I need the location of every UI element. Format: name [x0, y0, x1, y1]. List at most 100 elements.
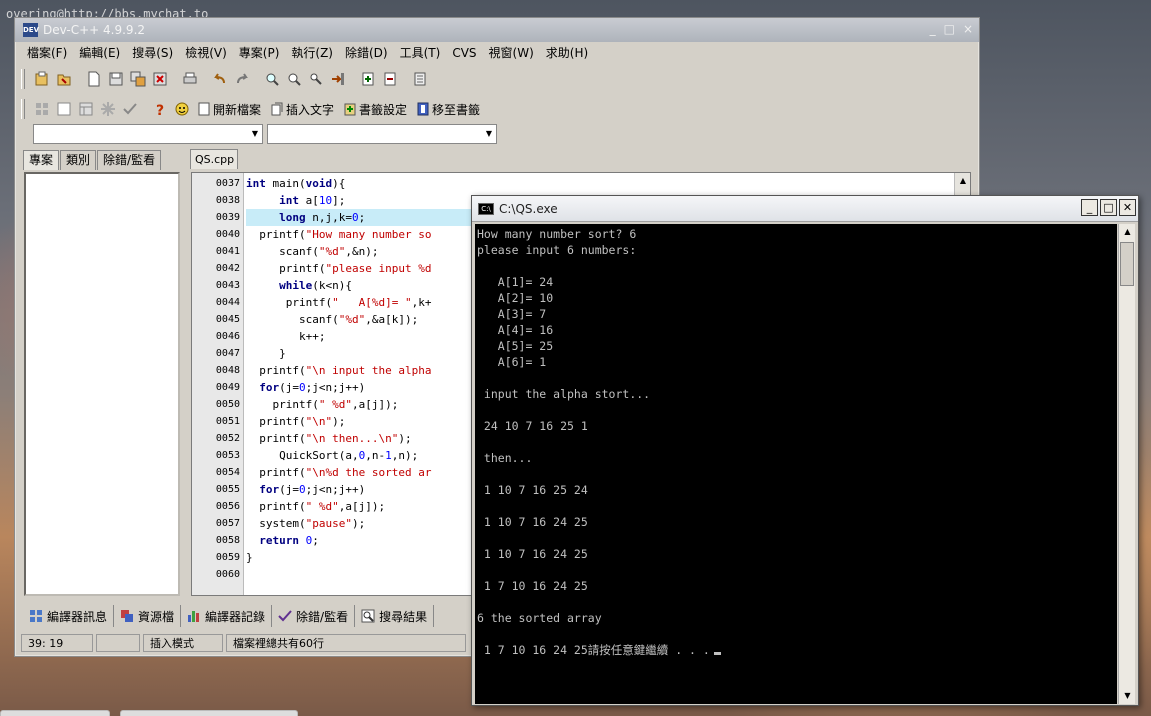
- code-line[interactable]: printf(" %d",a[j]);: [246, 498, 385, 515]
- resources-icon: [120, 609, 134, 623]
- taskbar-button-middle[interactable]: [120, 710, 298, 716]
- console-titlebar[interactable]: C:\ C:\QS.exe _ □ ✕: [472, 196, 1138, 222]
- goto-line-icon[interactable]: [327, 68, 349, 90]
- devcpp-titlebar[interactable]: DEV Dev-C++ 4.9.9.2 _ □ ×: [15, 18, 979, 42]
- code-line[interactable]: system("pause");: [246, 515, 365, 532]
- code-line[interactable]: QuickSort(a,0,n-1,n);: [246, 447, 418, 464]
- tab-compiler-messages[interactable]: 編譯器訊息: [23, 605, 115, 627]
- compile-run-icon[interactable]: [75, 98, 97, 120]
- help-question-icon[interactable]: ?: [149, 98, 171, 120]
- code-line[interactable]: printf("\n");: [246, 413, 345, 430]
- tab-debug[interactable]: 除錯/監看: [272, 605, 356, 627]
- member-selector[interactable]: ▼: [267, 124, 497, 144]
- console-line: A[6]= 1: [477, 355, 547, 369]
- close-button[interactable]: ×: [963, 22, 973, 36]
- tab-project[interactable]: 專案: [23, 150, 60, 170]
- menu-view[interactable]: 檢視(V): [179, 42, 233, 64]
- minimize-button[interactable]: _: [930, 22, 936, 36]
- compile-icon[interactable]: [31, 98, 53, 120]
- tab-classes[interactable]: 類別: [60, 150, 97, 170]
- code-line[interactable]: return 0;: [246, 532, 319, 549]
- redo-icon[interactable]: [231, 68, 253, 90]
- console-close-button[interactable]: ✕: [1119, 199, 1136, 216]
- scroll-down-icon[interactable]: ▼: [1119, 688, 1136, 704]
- goto-bookmark-icon: [417, 102, 429, 116]
- class-selector[interactable]: ▼: [33, 124, 263, 144]
- save-all-icon[interactable]: [127, 68, 149, 90]
- tab-debug-watch[interactable]: 除錯/監看: [97, 150, 162, 170]
- save-icon[interactable]: [105, 68, 127, 90]
- code-line[interactable]: while(k<n){: [246, 277, 352, 294]
- find-icon[interactable]: [261, 68, 283, 90]
- maximize-button[interactable]: □: [944, 22, 955, 36]
- replace-icon[interactable]: [283, 68, 305, 90]
- code-line[interactable]: k++;: [246, 328, 326, 345]
- code-line[interactable]: printf("\n then...\n");: [246, 430, 411, 447]
- print-icon[interactable]: [179, 68, 201, 90]
- tab-qs-cpp[interactable]: QS.cpp: [190, 149, 238, 169]
- close-file-icon[interactable]: [149, 68, 171, 90]
- code-line[interactable]: printf(" %d",a[j]);: [246, 396, 398, 413]
- console-line: 1 10 7 16 24 25: [477, 515, 588, 529]
- code-line[interactable]: printf("\n%d the sorted ar: [246, 464, 431, 481]
- scroll-thumb[interactable]: [1120, 242, 1134, 286]
- code-line[interactable]: scanf("%d",&a[k]);: [246, 311, 418, 328]
- project-options-icon[interactable]: [409, 68, 431, 90]
- code-line[interactable]: for(j=0;j<n;j++): [246, 481, 365, 498]
- remove-from-project-icon[interactable]: [379, 68, 401, 90]
- insert-text-button[interactable]: 插入文字: [266, 98, 339, 120]
- scroll-up-icon[interactable]: ▲: [955, 173, 970, 189]
- menu-file[interactable]: 檔案(F): [21, 42, 73, 64]
- console-maximize-button[interactable]: □: [1100, 199, 1117, 216]
- code-line[interactable]: printf("\n input the alpha: [246, 362, 431, 379]
- chevron-down-icon[interactable]: ▼: [248, 125, 262, 143]
- scroll-up-icon[interactable]: ▲: [1119, 224, 1136, 240]
- code-line[interactable]: int main(void){: [246, 175, 345, 192]
- console-minimize-button[interactable]: _: [1081, 199, 1098, 216]
- toolbar-grip[interactable]: [21, 99, 25, 119]
- new-project-icon[interactable]: [31, 68, 53, 90]
- code-line[interactable]: printf("please input %d: [246, 260, 431, 277]
- menu-tools[interactable]: 工具(T): [394, 42, 447, 64]
- find-next-icon[interactable]: [305, 68, 327, 90]
- bookmark-settings-button[interactable]: 書籤設定: [339, 98, 412, 120]
- undo-icon[interactable]: [209, 68, 231, 90]
- menu-execute[interactable]: 執行(Z): [285, 42, 339, 64]
- open-file-button[interactable]: 開新檔案: [193, 98, 266, 120]
- code-line[interactable]: }: [246, 549, 253, 566]
- bar-chart-icon: [187, 609, 201, 623]
- code-line[interactable]: scanf("%d",&n);: [246, 243, 378, 260]
- about-smiley-icon[interactable]: [171, 98, 193, 120]
- toolbar-grip[interactable]: [21, 69, 25, 89]
- code-line[interactable]: int a[10];: [246, 192, 345, 209]
- tab-resources[interactable]: 資源檔: [114, 605, 182, 627]
- open-project-icon[interactable]: [53, 68, 75, 90]
- menu-window[interactable]: 視窗(W): [483, 42, 540, 64]
- code-line[interactable]: }: [246, 345, 286, 362]
- rebuild-icon[interactable]: [97, 98, 119, 120]
- chevron-down-icon[interactable]: ▼: [482, 125, 496, 143]
- code-line[interactable]: for(j=0;j<n;j++): [246, 379, 365, 396]
- tab-compile-log[interactable]: 編譯器記錄: [181, 605, 273, 627]
- menu-search[interactable]: 搜尋(S): [126, 42, 179, 64]
- run-icon[interactable]: [53, 98, 75, 120]
- menu-help[interactable]: 求助(H): [540, 42, 594, 64]
- taskbar-button-left[interactable]: [0, 710, 110, 716]
- check-icon[interactable]: [119, 98, 141, 120]
- console-line: How many number sort? 6: [477, 227, 637, 241]
- menu-edit[interactable]: 編輯(E): [73, 42, 126, 64]
- menu-cvs[interactable]: CVS: [446, 42, 482, 64]
- tab-search-results[interactable]: 搜尋結果: [355, 605, 435, 627]
- console-output[interactable]: How many number sort? 6 please input 6 nu…: [475, 224, 1117, 704]
- tab-label: 搜尋結果: [379, 609, 428, 624]
- console-title: C:\QS.exe: [499, 202, 558, 216]
- code-line[interactable]: printf("How many number so: [246, 226, 431, 243]
- project-explorer[interactable]: [24, 172, 180, 596]
- goto-bookmark-button[interactable]: 移至書籤: [412, 98, 485, 120]
- menu-debug[interactable]: 除錯(D): [339, 42, 394, 64]
- menu-project[interactable]: 專案(P): [233, 42, 286, 64]
- console-scrollbar[interactable]: ▲ ▼: [1118, 224, 1135, 704]
- code-line[interactable]: printf(" A[%d]= ",k+: [246, 294, 432, 311]
- add-to-project-icon[interactable]: [357, 68, 379, 90]
- new-file-icon[interactable]: [83, 68, 105, 90]
